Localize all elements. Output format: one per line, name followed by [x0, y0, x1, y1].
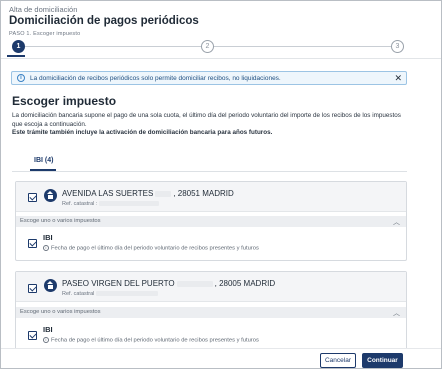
chevron-up-icon[interactable]: ︿: [393, 308, 400, 318]
chevron-up-icon[interactable]: ︿: [393, 217, 400, 227]
header-divider: [1, 58, 441, 59]
property-checkbox[interactable]: [28, 193, 37, 202]
breadcrumb[interactable]: Alta de domiciliación: [9, 5, 77, 14]
property-header: PASEO VIRGEN DEL PUERTO , 28005 MADRID Re…: [16, 272, 406, 302]
tab-ibi[interactable]: IBI (4): [34, 157, 53, 164]
step-caption: PASO 1. Escoger impuesto: [9, 31, 81, 37]
tax-note: i Fecha de pago el último día del periodo…: [43, 337, 259, 344]
redacted-reference: [99, 201, 160, 207]
tax-selector-label: Escoge uno o varios impuestos: [20, 218, 101, 224]
info-icon: i: [17, 74, 25, 82]
tax-note-text: Fecha de pago el último día del periodo …: [51, 337, 259, 344]
tax-note: i Fecha de pago el último día del periodo…: [43, 245, 259, 252]
continue-button[interactable]: Continuar: [362, 353, 403, 368]
page-header: Alta de domiciliación Domiciliación de p…: [1, 1, 441, 58]
section-description: La domiciliación bancaria supone el pago…: [12, 112, 407, 138]
redacted-number: [155, 190, 172, 197]
step-2: 2: [201, 40, 214, 53]
redacted-number: [176, 280, 213, 287]
description-text: La domiciliación bancaria supone el pago…: [12, 112, 401, 128]
tax-selector-header[interactable]: Escoge uno o varios impuestos ︿: [16, 307, 406, 318]
property-header: AVENIDA LAS SUERTES , 28051 MADRID Ref. c…: [16, 182, 406, 212]
info-message: La domiciliación de recibos periódicos s…: [30, 74, 281, 82]
address-street: AVENIDA LAS SUERTES: [62, 189, 154, 198]
tax-selector-label: Escoge uno o varios impuestos: [20, 309, 101, 315]
property-checkbox[interactable]: [28, 284, 37, 293]
address-street: PASEO VIRGEN DEL PUERTO: [62, 279, 175, 288]
tax-note-text: Fecha de pago el último día del periodo …: [51, 245, 259, 252]
tax-selector-header[interactable]: Escoge uno o varios impuestos ︿: [16, 216, 406, 227]
property-address: PASEO VIRGEN DEL PUERTO , 28005 MADRID: [62, 279, 275, 288]
house-icon: [44, 279, 57, 292]
tax-name: IBI: [43, 233, 53, 242]
tax-checkbox[interactable]: [28, 239, 37, 248]
house-icon: [44, 189, 57, 202]
address-city: , 28005 MADRID: [214, 279, 276, 288]
cadastral-reference: Ref. catastral :: [62, 201, 161, 207]
description-bold: Este trámite también incluye la activaci…: [12, 129, 273, 136]
property-card: AVENIDA LAS SUERTES , 28051 MADRID Ref. c…: [15, 181, 407, 261]
info-icon: i: [43, 337, 49, 343]
redacted-reference: [96, 291, 159, 297]
page-title: Domiciliación de pagos periódicos: [9, 15, 199, 27]
tax-name: IBI: [43, 325, 53, 334]
ref-label: Ref. catastral: [62, 291, 95, 297]
info-icon: i: [43, 245, 49, 251]
property-card: PASEO VIRGEN DEL PUERTO , 28005 MADRID Re…: [15, 271, 407, 359]
step-active-indicator: [7, 55, 25, 57]
info-banner: i La domiciliación de recibos periódicos…: [11, 71, 407, 85]
section-title: Escoger impuesto: [12, 94, 117, 108]
cadastral-reference: Ref. catastral: [62, 291, 160, 297]
ref-label: Ref. catastral :: [62, 201, 98, 207]
property-address: AVENIDA LAS SUERTES , 28051 MADRID: [62, 189, 234, 198]
step-3: 3: [391, 40, 404, 53]
tab-divider: [12, 171, 407, 172]
close-icon[interactable]: ✕: [394, 73, 402, 83]
address-city: , 28051 MADRID: [173, 189, 234, 198]
tax-checkbox[interactable]: [28, 331, 37, 340]
cancel-button[interactable]: Cancelar: [320, 353, 356, 368]
app-frame: Alta de domiciliación Domiciliación de p…: [0, 0, 442, 369]
step-1: 1: [12, 40, 25, 53]
